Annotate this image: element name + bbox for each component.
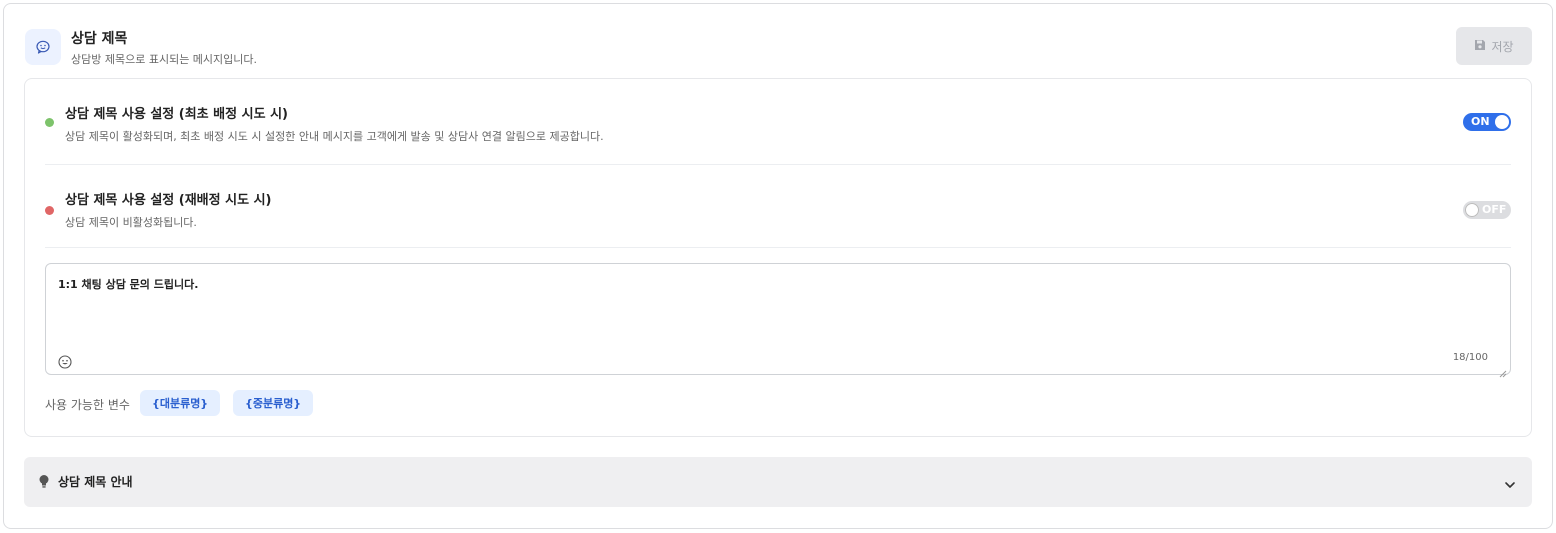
variables-label: 사용 가능한 변수 (45, 398, 130, 412)
setting-description: 상담 제목이 활성화되며, 최초 배정 시도 시 설정한 안내 메시지를 고객에… (65, 130, 604, 143)
chat-bubble-icon (25, 29, 61, 65)
setting-title: 상담 제목 사용 설정 (최초 배정 시도 시) (65, 107, 288, 122)
guide-title: 상담 제목 안내 (58, 475, 133, 489)
toggle-knob (1495, 115, 1509, 129)
smiley-icon[interactable] (58, 354, 72, 369)
chat-title-panel: 상담 제목 상담방 제목으로 표시되는 메시지입니다. 저장 상담 제목 사용 … (3, 3, 1553, 529)
variable-chip-major-category[interactable]: {대분류명} (140, 390, 221, 416)
chevron-down-icon[interactable] (1504, 476, 1516, 488)
status-dot-inactive (45, 206, 54, 215)
variable-chip-minor-category[interactable]: {중분류명} (233, 390, 314, 416)
setting-description: 상담 제목이 비활성화됩니다. (65, 216, 197, 229)
setting-title: 상담 제목 사용 설정 (재배정 시도 시) (65, 193, 272, 208)
resize-handle-icon[interactable] (1499, 363, 1507, 378)
char-count: 18/100 (1452, 352, 1488, 363)
setting-row-initial: 상담 제목 사용 설정 (최초 배정 시도 시) 상담 제목이 활성화되며, 최… (45, 79, 1511, 165)
settings-card: 상담 제목 사용 설정 (최초 배정 시도 시) 상담 제목이 활성화되며, 최… (24, 78, 1532, 437)
toggle-label: OFF (1482, 203, 1507, 216)
lightbulb-icon (38, 474, 50, 489)
save-button[interactable]: 저장 (1456, 27, 1532, 65)
page-description: 상담방 제목으로 표시되는 메시지입니다. (71, 53, 258, 66)
toggle-reassign[interactable]: OFF (1463, 201, 1511, 219)
save-button-label: 저장 (1491, 39, 1514, 54)
title-guide-accordion[interactable]: 상담 제목 안내 (24, 457, 1532, 507)
title-message-textarea[interactable]: 1:1 채팅 상담 문의 드립니다. 18/100 (45, 263, 1511, 378)
toggle-knob (1465, 203, 1479, 217)
textarea-value[interactable]: 1:1 채팅 상담 문의 드립니다. (58, 276, 198, 292)
status-dot-active (45, 118, 54, 127)
toggle-initial-assign[interactable]: ON (1463, 113, 1511, 131)
setting-row-reassign: 상담 제목 사용 설정 (재배정 시도 시) 상담 제목이 비활성화됩니다. O… (45, 166, 1511, 248)
toggle-label: ON (1471, 115, 1490, 128)
floppy-disk-icon (1474, 39, 1486, 54)
page-title: 상담 제목 (71, 31, 128, 47)
